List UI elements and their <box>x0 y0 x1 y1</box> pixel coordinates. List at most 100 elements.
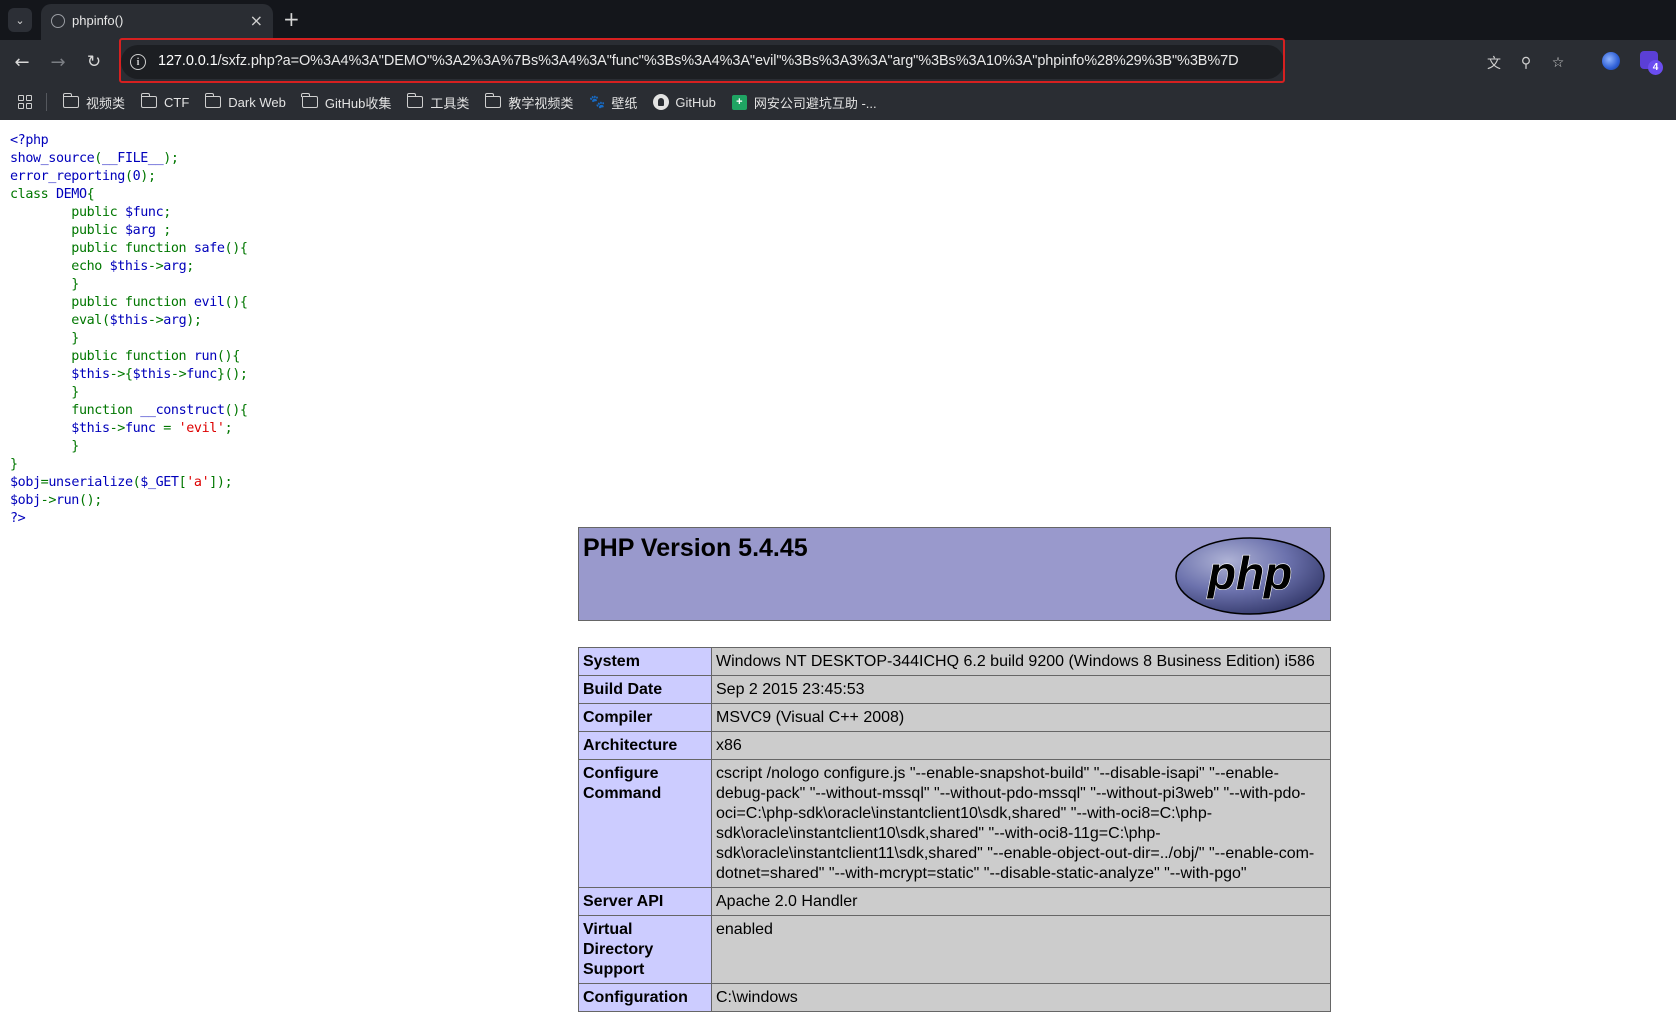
paw-icon: 🐾 <box>589 94 606 109</box>
row-value: MSVC9 (Visual C++ 2008) <box>711 703 1331 732</box>
row-value: Sep 2 2015 23:45:53 <box>711 675 1331 704</box>
source-token: evil <box>193 295 225 310</box>
row-value: x86 <box>711 731 1331 760</box>
tab-title: phpinfo() <box>72 13 124 28</box>
bookmark-folder[interactable]: 视频类 <box>62 93 125 112</box>
source-token: public <box>10 223 125 238</box>
source-token: } <box>10 385 79 400</box>
address-bar-highlight <box>119 38 1285 83</box>
source-token: ; <box>163 205 171 220</box>
source-token: } <box>10 439 79 454</box>
bookmark-label: 工具类 <box>430 95 470 111</box>
tab-phpinfo[interactable]: phpinfo() × <box>41 4 273 40</box>
source-token: }(); <box>216 367 248 382</box>
source-token: arg <box>163 313 187 328</box>
source-line: class DEMO{ <box>10 186 248 204</box>
source-token: func <box>186 367 217 382</box>
reload-button[interactable]: ↻ <box>82 50 106 74</box>
source-token: = <box>163 421 179 436</box>
source-token: -> <box>109 421 126 436</box>
source-token: } <box>10 331 79 346</box>
source-line: $this->func = 'evil'; <box>10 420 248 438</box>
source-line: $this->{$this->func}(); <box>10 366 248 384</box>
row-value: enabled <box>711 915 1331 984</box>
table-row: Architecture x86 <box>578 731 1331 760</box>
source-token: error_reporting <box>10 169 125 184</box>
row-value: C:\windows <box>711 983 1331 1012</box>
table-row: Virtual Directory Support enabled <box>578 915 1331 984</box>
source-line: public function evil(){ <box>10 294 248 312</box>
forward-button[interactable]: → <box>46 50 70 74</box>
source-token: $this <box>109 259 149 274</box>
source-token: 'a' <box>186 475 210 490</box>
new-tab-button[interactable]: + <box>283 7 300 31</box>
source-token: $this <box>71 367 110 382</box>
source-line: } <box>10 276 248 294</box>
translate-icon[interactable]: 文 <box>1485 54 1503 72</box>
source-token <box>10 421 71 436</box>
source-token: ); <box>140 169 156 184</box>
source-token: $arg <box>124 223 164 238</box>
source-token: ; <box>163 223 171 238</box>
globe-icon <box>51 14 65 28</box>
source-token: class <box>10 187 56 202</box>
folder-icon <box>140 93 158 108</box>
source-token: <?php <box>10 133 49 148</box>
table-row: Configuration C:\windows <box>578 983 1331 1012</box>
extension-button[interactable]: 4 <box>1640 51 1664 75</box>
row-key: System <box>578 647 712 676</box>
source-token: ( <box>94 151 102 166</box>
source-line: } <box>10 330 248 348</box>
back-button[interactable]: ← <box>10 50 34 74</box>
folder-icon <box>301 93 318 108</box>
tab-search-button[interactable]: ⌄ <box>8 8 32 32</box>
bookmark-link[interactable]: + 网安公司避坑互助 -... <box>731 93 877 112</box>
zoom-icon[interactable]: ⚲ <box>1517 54 1535 72</box>
bookmark-link[interactable]: 🐾 壁纸 <box>589 93 637 112</box>
source-line: public $arg ; <box>10 222 248 240</box>
bookmark-folder[interactable]: CTF <box>140 93 189 110</box>
table-row: Configure Command cscript /nologo configu… <box>578 759 1331 888</box>
bookmark-folder[interactable]: Dark Web <box>204 93 286 110</box>
source-line: error_reporting(0); <box>10 168 248 186</box>
source-token: public function <box>10 349 194 364</box>
source-token: (){ <box>224 241 248 256</box>
source-token: public function <box>10 241 194 256</box>
phpinfo-header: PHP Version 5.4.45 php <box>578 527 1331 621</box>
bookmark-label: GitHub <box>675 94 716 110</box>
row-value: Windows NT DESKTOP-344ICHQ 6.2 build 920… <box>711 647 1331 676</box>
source-token: $obj <box>10 493 41 508</box>
source-token: ?> <box>10 511 26 526</box>
source-token: ; <box>224 421 233 436</box>
source-token: ; <box>186 259 194 274</box>
source-token: run <box>55 493 79 508</box>
row-key: Compiler <box>578 703 712 732</box>
source-token: run <box>193 349 217 364</box>
source-token: -> <box>147 313 164 328</box>
source-token: -> <box>147 259 164 274</box>
bookmark-folder[interactable]: 教学视频类 <box>484 93 574 112</box>
bookmark-folder[interactable]: GitHub收集 <box>301 93 391 112</box>
source-token: $obj <box>10 475 41 490</box>
php-version-title: PHP Version 5.4.45 <box>583 534 808 562</box>
source-token: (){ <box>224 295 248 310</box>
source-token: { <box>86 187 95 202</box>
source-line: $obj=unserialize($_GET['a']); <box>10 474 248 492</box>
source-line: $obj->run(); <box>10 492 248 510</box>
source-token: $func <box>124 205 164 220</box>
bookmark-label: 教学视频类 <box>508 95 574 111</box>
bookmark-folder[interactable]: 工具类 <box>406 93 470 112</box>
php-logo-text: php <box>1206 547 1292 599</box>
close-tab-button[interactable]: × <box>250 11 263 30</box>
page-content: <?php show_source(__FILE__); error_reporti… <box>0 120 1676 1014</box>
table-row: Compiler MSVC9 (Visual C++ 2008) <box>578 703 1331 732</box>
source-token: safe <box>193 241 225 256</box>
bookmark-link[interactable]: GitHub <box>653 94 716 110</box>
source-token: $this <box>109 313 149 328</box>
apps-grid-icon[interactable] <box>18 95 32 109</box>
bookmark-star-icon[interactable]: ☆ <box>1549 54 1567 72</box>
extension-globe-icon[interactable] <box>1602 52 1620 70</box>
source-token: ->{ <box>109 367 133 382</box>
source-line: show_source(__FILE__); <box>10 150 248 168</box>
source-token: function <box>10 403 141 418</box>
